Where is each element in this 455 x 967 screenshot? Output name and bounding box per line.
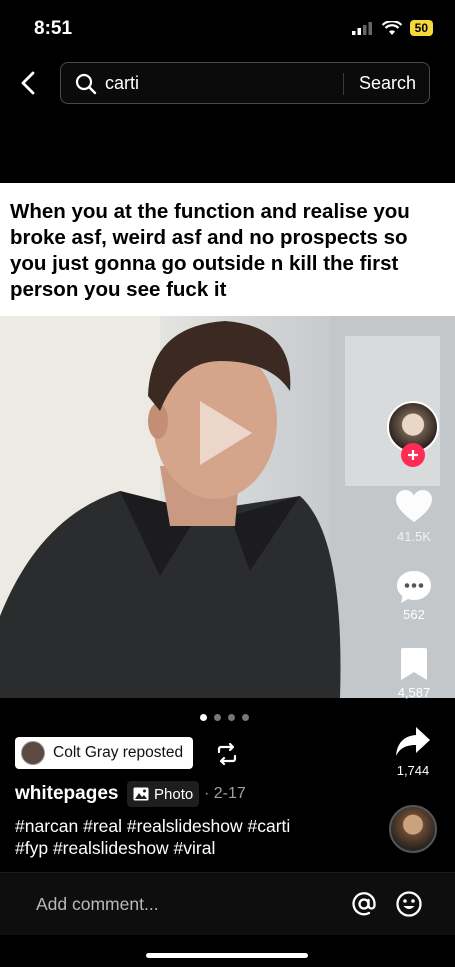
carousel-dot[interactable] — [200, 714, 207, 721]
post-date: · 2-17 — [204, 785, 246, 802]
search-input[interactable]: carti — [105, 73, 139, 94]
battery-indicator: 50 — [409, 20, 433, 36]
hashtags[interactable]: #narcan #real #realslideshow #carti #fyp… — [15, 816, 375, 859]
repost-icon[interactable] — [214, 741, 240, 767]
music-disc[interactable] — [389, 805, 437, 853]
bookmark-icon[interactable] — [401, 648, 427, 680]
saves-count: 4,587 — [397, 685, 431, 700]
hashtags-line[interactable]: #fyp #realslideshow #viral — [15, 838, 375, 860]
mention-icon[interactable] — [350, 890, 378, 918]
author-name[interactable]: whitepages — [15, 783, 118, 805]
photo-icon — [133, 787, 149, 801]
post-photo — [0, 316, 455, 698]
search-icon — [75, 73, 97, 95]
repost-badge[interactable]: Colt Gray reposted — [15, 737, 194, 769]
wifi-icon — [381, 20, 402, 35]
play-icon[interactable] — [200, 401, 252, 465]
comment-icon[interactable] — [396, 570, 432, 604]
comment-bar: Add comment... — [0, 872, 455, 935]
status-time: 8:51 — [34, 18, 73, 39]
carousel-dot[interactable] — [242, 714, 249, 721]
person-illustration — [0, 316, 455, 698]
photo-tag: Photo — [127, 781, 200, 807]
share-icon[interactable] — [396, 727, 430, 757]
status-icons: 50 — [351, 20, 433, 36]
reposter-avatar — [21, 741, 45, 765]
heart-icon[interactable] — [396, 490, 432, 524]
carousel-dots — [200, 714, 249, 721]
carousel-dot[interactable] — [228, 714, 235, 721]
hashtags-line[interactable]: #narcan #real #realslideshow #carti — [15, 816, 375, 838]
comment-input[interactable]: Add comment... — [36, 894, 159, 915]
follow-plus-icon[interactable] — [401, 443, 425, 467]
carousel-dot[interactable] — [214, 714, 221, 721]
comments-count: 562 — [403, 607, 425, 622]
search-divider — [343, 73, 344, 95]
search-bar[interactable]: carti Search — [60, 62, 430, 104]
post-caption-text: When you at the function and realise you… — [0, 183, 455, 316]
back-icon[interactable] — [16, 70, 42, 96]
home-indicator — [146, 953, 308, 958]
shares-count: 1,744 — [396, 763, 430, 778]
repost-label: Colt Gray reposted — [53, 744, 184, 761]
signal-icon — [351, 22, 372, 35]
photo-tag-label: Photo — [154, 785, 194, 803]
emoji-icon[interactable] — [395, 890, 423, 918]
likes-count: 41.5K — [397, 529, 431, 544]
search-button[interactable]: Search — [359, 73, 416, 94]
